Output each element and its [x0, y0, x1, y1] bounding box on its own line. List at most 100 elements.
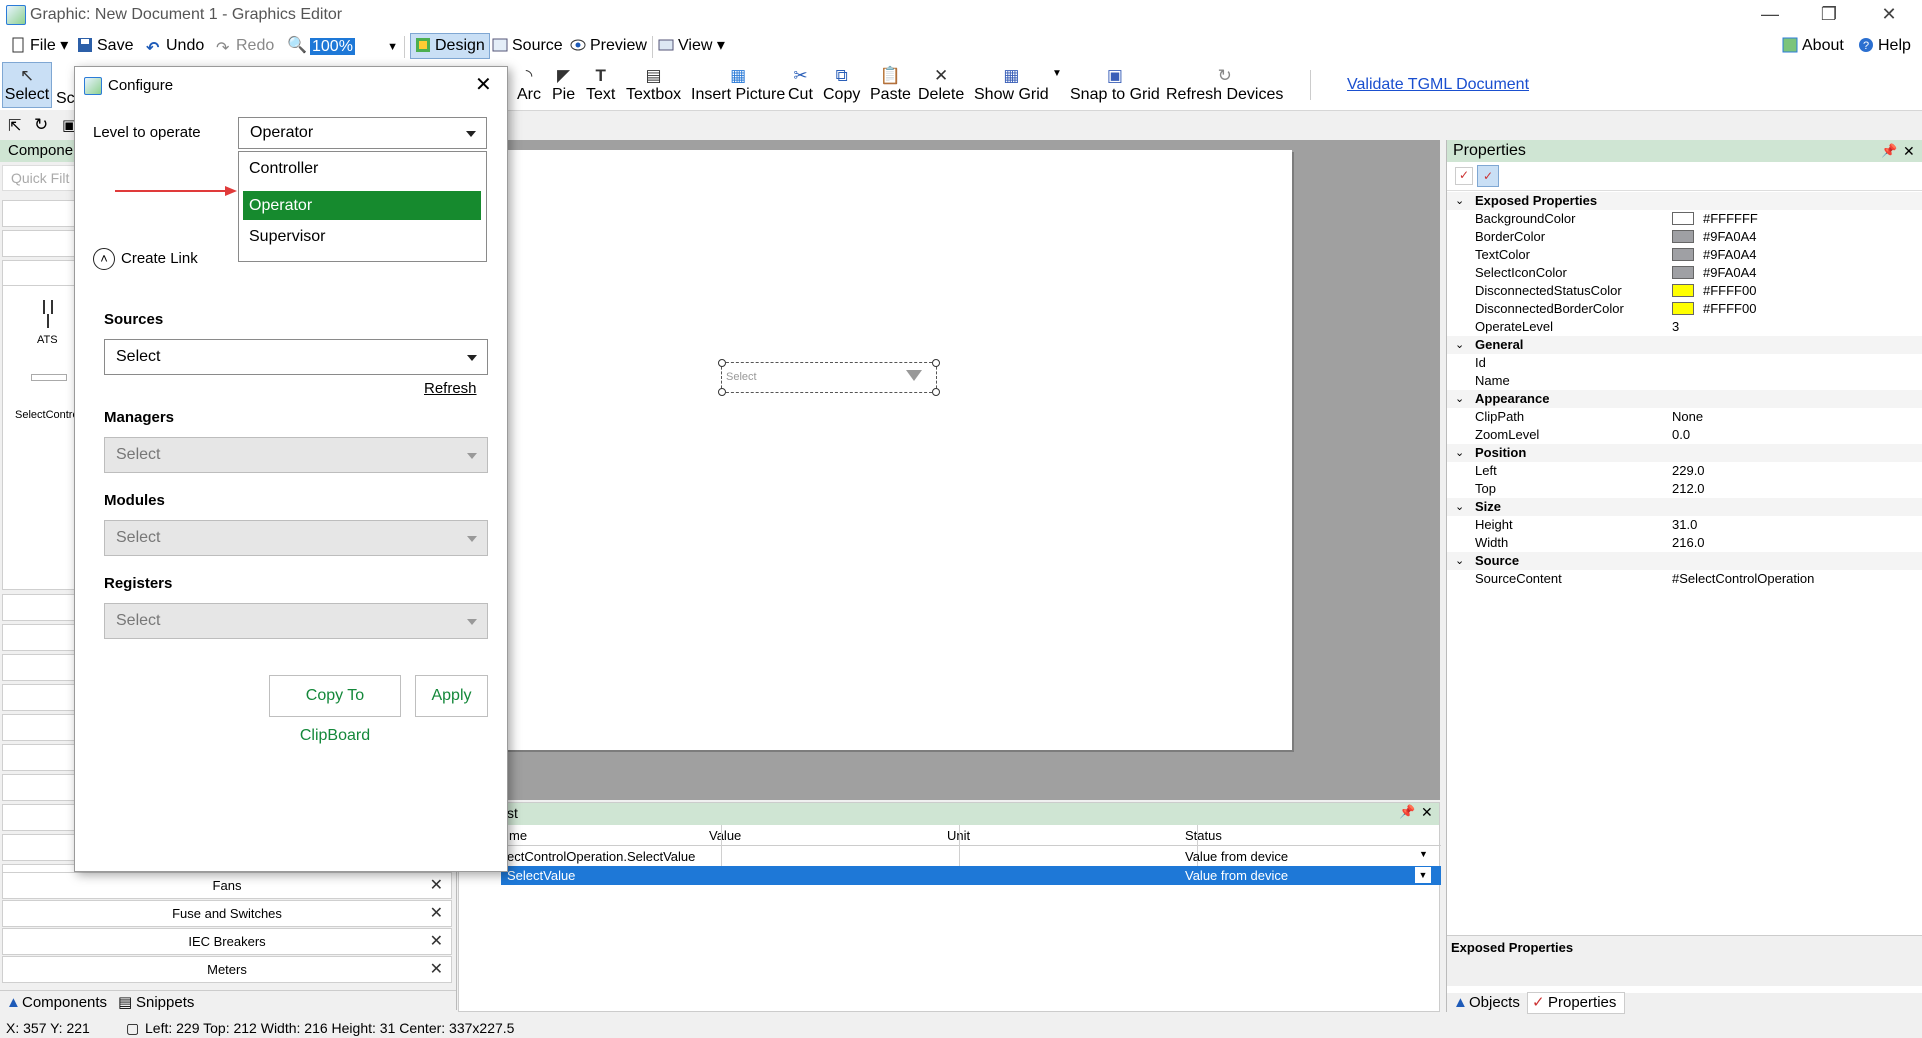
undo-button[interactable]: ↶ Undo	[146, 34, 204, 58]
design-tab[interactable]: Design	[410, 33, 490, 59]
prop-height[interactable]: Height 31.0	[1447, 516, 1922, 534]
close-window-button[interactable]: ✕	[1874, 4, 1904, 25]
save-button[interactable]: Save	[77, 34, 133, 58]
prop-disconnected-border-color[interactable]: DisconnectedBorderColor #FFFF00	[1447, 300, 1922, 318]
status-dropdown-icon[interactable]: ▼	[1419, 849, 1428, 859]
zoom-combo[interactable]: 100% ▼	[310, 35, 400, 57]
table-row-selected[interactable]: SelectValue Value from device ▼	[501, 866, 1441, 885]
tool-truncated[interactable]: Sc	[56, 70, 75, 108]
about-button[interactable]: About	[1782, 34, 1844, 58]
delete-tool[interactable]: ✕ Delete	[918, 66, 964, 104]
close-icon[interactable]: ✕	[430, 957, 443, 982]
pie-tool[interactable]: ◤ Pie	[552, 66, 575, 104]
category-position[interactable]: ⌄ Position	[1447, 444, 1922, 462]
prop-background-color[interactable]: BackgroundColor #FFFFFF	[1447, 210, 1922, 228]
option-supervisor[interactable]: Supervisor	[243, 222, 481, 251]
close-icon[interactable]: ✕	[1421, 804, 1433, 821]
zoom-value[interactable]: 100%	[310, 38, 355, 55]
prop-clip-path[interactable]: ClipPath None	[1447, 408, 1922, 426]
select-control-widget[interactable]: Select	[718, 359, 940, 396]
pin-icon[interactable]: 📌	[1399, 804, 1415, 820]
close-icon[interactable]: ✕	[430, 929, 443, 954]
sources-select[interactable]: Select	[104, 339, 488, 375]
refresh-link[interactable]: Refresh	[424, 380, 477, 397]
text-icon: T	[595, 66, 606, 85]
prop-disconnected-status-color[interactable]: DisconnectedStatusColor #FFFF00	[1447, 282, 1922, 300]
prop-border-color[interactable]: BorderColor #9FA0A4	[1447, 228, 1922, 246]
text-tool[interactable]: T Text	[586, 66, 615, 104]
arrow-tool-icon[interactable]: ⇱	[8, 116, 21, 136]
category-exposed[interactable]: ⌄ Exposed Properties	[1447, 192, 1922, 210]
arc-tool[interactable]: ◝ Arc	[517, 66, 541, 104]
status-dropdown-icon[interactable]: ▼	[1415, 867, 1431, 883]
source-tab[interactable]: Source	[492, 34, 563, 58]
category-fuse-and-switches[interactable]: Fuse and Switches ✕	[2, 900, 452, 927]
components-tab[interactable]: Components	[22, 991, 107, 1015]
select-component-icon[interactable]	[31, 374, 67, 381]
copy-tool[interactable]: ⧉ Copy	[823, 66, 860, 104]
option-controller[interactable]: Controller	[243, 154, 481, 183]
cut-tool[interactable]: ✂ Cut	[788, 66, 813, 104]
prop-top[interactable]: Top 212.0	[1447, 480, 1922, 498]
alphabetical-icon[interactable]: ✓	[1477, 165, 1499, 187]
category-size[interactable]: ⌄ Size	[1447, 498, 1922, 516]
create-link-toggle[interactable]: Create Link	[121, 250, 198, 267]
minimize-button[interactable]: —	[1755, 4, 1785, 25]
prop-text-color[interactable]: TextColor #9FA0A4	[1447, 246, 1922, 264]
grid-dropdown[interactable]: ▼	[1052, 68, 1062, 79]
table-row[interactable]: ectControlOperation.SelectValue Value fr…	[501, 847, 1441, 867]
collapse-icon[interactable]: ˄	[93, 248, 115, 270]
view-menu[interactable]: View ▾	[658, 34, 725, 58]
help-button[interactable]: ? Help	[1858, 34, 1911, 58]
category-meters[interactable]: Meters ✕	[2, 956, 452, 983]
level-select[interactable]: Operator	[238, 117, 487, 149]
snippets-tab[interactable]: Snippets	[136, 991, 194, 1015]
categorized-icon[interactable]: ✓	[1455, 167, 1473, 185]
category-fans[interactable]: Fans ✕	[2, 872, 452, 899]
properties-tab[interactable]: ✓ Properties	[1527, 992, 1625, 1014]
managers-select[interactable]: Select	[104, 437, 488, 473]
category-appearance[interactable]: ⌄ Appearance	[1447, 390, 1922, 408]
refresh-devices-tool[interactable]: ↻ Refresh Devices	[1166, 66, 1283, 104]
insert-picture-tool[interactable]: ▦ Insert Picture	[691, 66, 785, 104]
restore-button[interactable]: ❐	[1814, 4, 1844, 25]
close-icon[interactable]: ✕	[1903, 140, 1915, 162]
prop-name[interactable]: Name	[1447, 372, 1922, 390]
snap-to-grid-tool[interactable]: ▣ Snap to Grid	[1070, 66, 1160, 104]
close-icon[interactable]: ✕	[475, 72, 492, 97]
pin-icon[interactable]: 📌	[1881, 140, 1897, 162]
prop-id[interactable]: Id	[1447, 354, 1922, 372]
category-general[interactable]: ⌄ General	[1447, 336, 1922, 354]
file-menu[interactable]: File ▾	[10, 34, 68, 58]
close-icon[interactable]: ✕	[430, 873, 443, 898]
prop-select-icon-color[interactable]: SelectIconColor #9FA0A4	[1447, 264, 1922, 282]
select-tool[interactable]: ↖ Select	[2, 62, 52, 108]
modules-select[interactable]: Select	[104, 520, 488, 556]
design-canvas[interactable]	[500, 150, 1292, 750]
prop-zoom-level[interactable]: ZoomLevel 0.0	[1447, 426, 1922, 444]
category-source[interactable]: ⌄ Source	[1447, 552, 1922, 570]
close-icon[interactable]: ✕	[430, 901, 443, 926]
apply-button[interactable]: Apply	[415, 675, 488, 717]
redo-button[interactable]: ↷ Redo	[216, 34, 274, 58]
prop-left[interactable]: Left 229.0	[1447, 462, 1922, 480]
resize-handle[interactable]	[932, 388, 940, 396]
option-operator[interactable]: Operator	[243, 191, 481, 220]
resize-handle[interactable]	[932, 359, 940, 367]
show-grid-tool[interactable]: ▦ Show Grid	[974, 66, 1049, 104]
prop-width[interactable]: Width 216.0	[1447, 534, 1922, 552]
copy-to-clipboard-button[interactable]: Copy To ClipBoard	[269, 675, 401, 744]
rotate-icon[interactable]: ↻	[34, 115, 48, 135]
prop-source-content[interactable]: SourceContent #SelectControlOperation	[1447, 570, 1922, 588]
objects-tab[interactable]: Objects	[1469, 993, 1520, 1013]
textbox-tool[interactable]: ▤ Textbox	[626, 66, 681, 104]
paste-tool[interactable]: 📋 Paste	[870, 66, 911, 104]
preview-tab[interactable]: Preview	[570, 34, 647, 58]
prop-operate-level[interactable]: OperateLevel 3	[1447, 318, 1922, 336]
category-iec-breakers[interactable]: IEC Breakers ✕	[2, 928, 452, 955]
resize-handle[interactable]	[718, 388, 726, 396]
registers-select[interactable]: Select	[104, 603, 488, 639]
ats-component-icon[interactable]	[33, 298, 63, 328]
resize-handle[interactable]	[718, 359, 726, 367]
validate-link[interactable]: Validate TGML Document	[1347, 76, 1529, 94]
